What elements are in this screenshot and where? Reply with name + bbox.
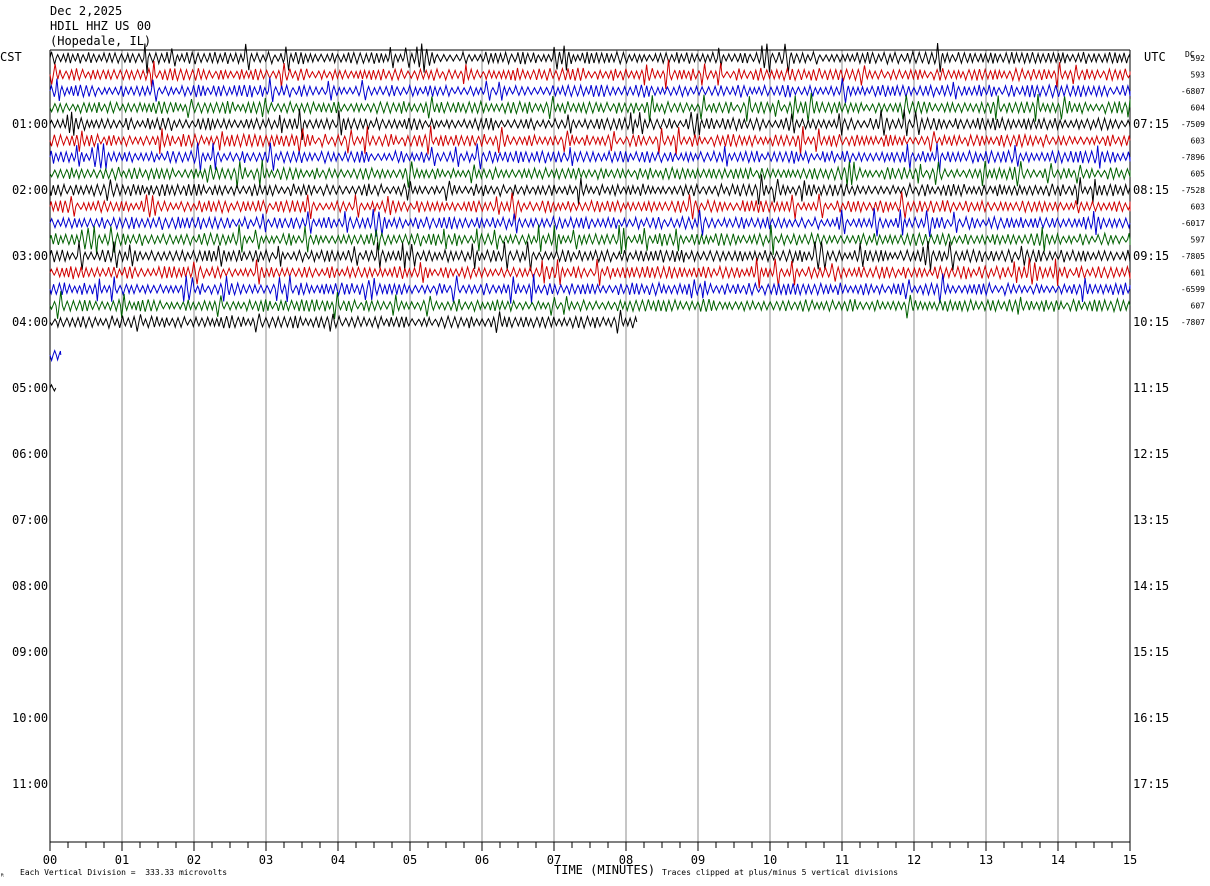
x-tick-label: 14 bbox=[1051, 853, 1065, 867]
trace-row bbox=[49, 273, 1131, 304]
x-tick-label: 04 bbox=[331, 853, 345, 867]
dc-offset-label: -7896 bbox=[1181, 153, 1205, 162]
trace-row-partial bbox=[49, 309, 638, 334]
dc-offset-label: 604 bbox=[1191, 104, 1206, 113]
dc-offset-label: 605 bbox=[1191, 170, 1206, 179]
cst-hour-label: 06:00 bbox=[12, 447, 48, 461]
trace-row bbox=[49, 257, 1131, 289]
x-axis-title: TIME (MINUTES) bbox=[554, 863, 656, 877]
dc-offset-label: -6017 bbox=[1181, 219, 1205, 228]
trace-row bbox=[49, 208, 1131, 237]
trace-row bbox=[49, 92, 1131, 123]
trace-row bbox=[49, 142, 1131, 173]
dc-offset-label: -7807 bbox=[1181, 318, 1205, 327]
utc-hour-label: 13:15 bbox=[1133, 513, 1169, 527]
trace-row bbox=[49, 159, 1131, 189]
scale-note: Each Vertical Division = 333.33 microvol… bbox=[20, 868, 228, 877]
cst-hour-label: 09:00 bbox=[12, 645, 48, 659]
utc-hour-label: 10:15 bbox=[1133, 315, 1169, 329]
dc-offset-label: -7528 bbox=[1181, 186, 1205, 195]
trace-fragment bbox=[49, 383, 57, 393]
trace-layer bbox=[49, 43, 1131, 393]
utc-hour-label: 16:15 bbox=[1133, 711, 1169, 725]
utc-hour-label: 14:15 bbox=[1133, 579, 1169, 593]
x-tick-label: 03 bbox=[259, 853, 273, 867]
dc-offset-label: 601 bbox=[1191, 269, 1206, 278]
dc-offset-label: -7509 bbox=[1181, 120, 1205, 129]
cst-hour-label: 01:00 bbox=[12, 117, 48, 131]
cst-hour-label: 03:00 bbox=[12, 249, 48, 263]
trace-row bbox=[49, 174, 1131, 205]
grid-layer bbox=[49, 49, 1131, 851]
dc-offset-label: -7805 bbox=[1181, 252, 1205, 261]
trace-row bbox=[49, 291, 1131, 320]
cst-hour-label: 08:00 bbox=[12, 579, 48, 593]
utc-hour-label: 17:15 bbox=[1133, 777, 1169, 791]
x-tick-label: 13 bbox=[979, 853, 993, 867]
cst-hour-label: 11:00 bbox=[12, 777, 48, 791]
trace-row bbox=[49, 43, 1131, 74]
trace-row bbox=[49, 77, 1131, 104]
dc-offset-label: 593 bbox=[1191, 71, 1206, 80]
x-tick-label: 10 bbox=[763, 853, 777, 867]
dc-offset-label: 597 bbox=[1191, 236, 1206, 245]
x-tick-label: 15 bbox=[1123, 853, 1137, 867]
x-tick-label: 12 bbox=[907, 853, 921, 867]
trace-row bbox=[49, 108, 1131, 140]
dc-offset-label: 592 bbox=[1191, 54, 1206, 63]
trace-row bbox=[49, 191, 1131, 222]
x-tick-label: 02 bbox=[187, 853, 201, 867]
x-tick-label: 01 bbox=[115, 853, 129, 867]
helicorder-plot: 00 01 02 03 04 05 06 07 08 09 10 11 12 13 14 1501:00 07:… bbox=[12, 43, 1206, 867]
utc-hour-label: 07:15 bbox=[1133, 117, 1169, 131]
dc-offset-label: -6807 bbox=[1181, 87, 1205, 96]
dc-offset-label: 603 bbox=[1191, 137, 1206, 146]
cst-hour-label: 10:00 bbox=[12, 711, 48, 725]
cst-hour-label: 07:00 bbox=[12, 513, 48, 527]
cst-hour-label: 02:00 bbox=[12, 183, 48, 197]
cst-hour-label: 04:00 bbox=[12, 315, 48, 329]
dc-offset-label: -6599 bbox=[1181, 285, 1205, 294]
x-tick-label: 06 bbox=[475, 853, 489, 867]
clip-note: Traces clipped at plus/minus 5 vertical … bbox=[662, 868, 899, 877]
x-tick-label: 00 bbox=[43, 853, 57, 867]
utc-hour-label: 08:15 bbox=[1133, 183, 1169, 197]
utc-hour-label: 09:15 bbox=[1133, 249, 1169, 263]
trace-fragment bbox=[49, 349, 62, 363]
x-tick-label: 05 bbox=[403, 853, 417, 867]
corner-mark: ᴿ bbox=[0, 872, 5, 881]
x-tick-label: 09 bbox=[691, 853, 705, 867]
utc-hour-label: 12:15 bbox=[1133, 447, 1169, 461]
utc-hour-label: 15:15 bbox=[1133, 645, 1169, 659]
dc-offset-label: 603 bbox=[1191, 203, 1206, 212]
cst-hour-label: 05:00 bbox=[12, 381, 48, 395]
trace-row bbox=[49, 59, 1131, 90]
dc-offset-label: 607 bbox=[1191, 302, 1206, 311]
x-tick-label: 11 bbox=[835, 853, 849, 867]
utc-hour-label: 11:15 bbox=[1133, 381, 1169, 395]
